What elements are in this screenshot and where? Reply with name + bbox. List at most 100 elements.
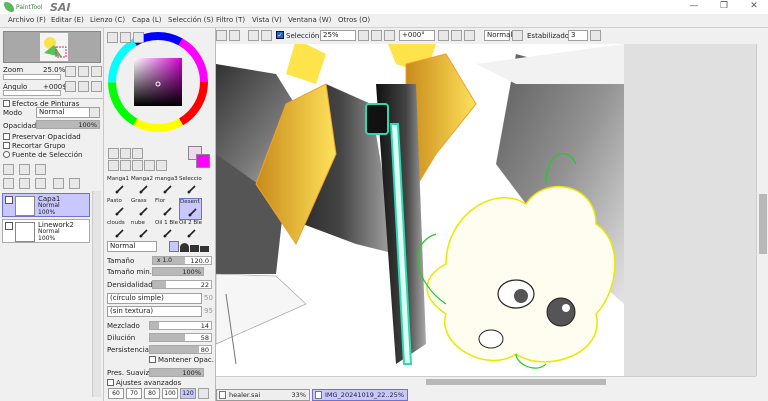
- brush-tool-0-2[interactable]: manga3: [155, 176, 178, 198]
- zoom-icon[interactable]: [120, 160, 131, 171]
- smoothing-slider[interactable]: 100%: [149, 368, 204, 377]
- brush-tool-1-1[interactable]: Grass: [131, 198, 154, 220]
- scroll-up-icon[interactable]: [198, 388, 209, 399]
- zoom-slider[interactable]: [3, 74, 61, 80]
- dilution-slider[interactable]: 58: [149, 333, 212, 342]
- brush-tool-2-1[interactable]: nube: [131, 220, 154, 242]
- stabilizer-input[interactable]: 3: [568, 30, 588, 41]
- menu-editar[interactable]: Editar (E): [51, 16, 84, 24]
- brush-tool-1-2[interactable]: Flor: [155, 198, 178, 220]
- brush-texture-select[interactable]: (sin textura): [107, 306, 202, 317]
- scroll-thumb[interactable]: [759, 194, 767, 254]
- brush-tool-1-0[interactable]: Pasto: [107, 198, 130, 220]
- scroll-thumb[interactable]: [426, 379, 606, 385]
- min-size-slider[interactable]: 100%: [152, 267, 204, 276]
- deselect-icon[interactable]: [248, 30, 259, 41]
- eye-icon[interactable]: [5, 222, 13, 230]
- opacity-slider[interactable]: 100%: [36, 120, 100, 129]
- new-layer-icon[interactable]: [3, 164, 14, 175]
- brush-tool-2-2[interactable]: Oil 1 Ble: [155, 220, 178, 242]
- rotate-left-icon[interactable]: [65, 81, 76, 92]
- shape-square-icon[interactable]: [200, 246, 209, 252]
- rgb-mode-icon[interactable]: [120, 32, 131, 43]
- new-linework-icon[interactable]: [19, 164, 30, 175]
- brush-mode-select[interactable]: Normal: [107, 241, 157, 252]
- zoom-select[interactable]: 25%: [320, 30, 356, 41]
- zoom-out-icon[interactable]: [65, 66, 76, 77]
- layers-scrollbar[interactable]: [92, 191, 101, 397]
- menu-capa[interactable]: Capa (L): [132, 16, 162, 24]
- hand-icon[interactable]: [144, 160, 155, 171]
- angle-slider[interactable]: [3, 90, 61, 96]
- redo-icon[interactable]: [229, 30, 240, 41]
- undo-icon[interactable]: [216, 30, 227, 41]
- zoom-in-icon[interactable]: [78, 66, 89, 77]
- zoom-out-icon[interactable]: [358, 30, 369, 41]
- rotate-right-icon[interactable]: [78, 81, 89, 92]
- menu-otros[interactable]: Otros (O): [338, 16, 370, 24]
- clear-icon[interactable]: [35, 178, 46, 189]
- tab-img[interactable]: IMG_20241019_22... 25%: [312, 389, 408, 401]
- merge-down-icon[interactable]: [19, 178, 30, 189]
- copy-layer-icon[interactable]: [3, 178, 14, 189]
- new-folder-icon[interactable]: [35, 164, 46, 175]
- preset-size-80[interactable]: 80: [144, 388, 160, 399]
- menu-vista[interactable]: Vista (V): [252, 16, 282, 24]
- persistence-slider[interactable]: 80: [149, 345, 212, 354]
- eyedropper-icon[interactable]: [156, 160, 167, 171]
- shape-round-icon[interactable]: [180, 243, 189, 252]
- hsv-mode-icon[interactable]: [133, 32, 144, 43]
- preset-size-100[interactable]: 100: [162, 388, 178, 399]
- brush-tool-1-3[interactable]: Desenf.: [179, 198, 202, 220]
- brush-tool-0-1[interactable]: Manga2: [131, 176, 154, 198]
- color-wheel[interactable]: [108, 32, 208, 132]
- chevron-down-icon[interactable]: [590, 30, 601, 41]
- expand-icon[interactable]: [107, 379, 114, 386]
- radio[interactable]: [3, 151, 10, 158]
- checkbox[interactable]: [149, 356, 156, 363]
- zoom-in-icon[interactable]: [371, 30, 382, 41]
- zoom-fit-icon[interactable]: [384, 30, 395, 41]
- blend-mode-select[interactable]: Normal: [36, 107, 91, 118]
- navigator[interactable]: [3, 31, 101, 63]
- rotate-cw-icon[interactable]: [451, 30, 462, 41]
- mask-icon[interactable]: [69, 178, 80, 189]
- blend-slider[interactable]: 14: [149, 321, 212, 330]
- chevron-down-icon[interactable]: [512, 30, 523, 41]
- wheel-mode-icon[interactable]: [107, 32, 118, 43]
- layer-item-linework2[interactable]: Linework2 Normal 100%: [2, 219, 90, 243]
- menu-filtro[interactable]: Filtro (T): [216, 16, 245, 24]
- drawing-canvas[interactable]: [216, 44, 624, 376]
- brush-shape-select[interactable]: (círculo simple): [107, 293, 202, 304]
- angle-select[interactable]: +000°: [399, 30, 435, 41]
- selection-checkbox[interactable]: ✓: [276, 31, 284, 39]
- vertical-scrollbar[interactable]: [756, 44, 768, 376]
- shape-triangle-icon[interactable]: [169, 241, 179, 252]
- magic-wand-icon[interactable]: [132, 148, 143, 159]
- rotate-icon[interactable]: [132, 160, 143, 171]
- brush-tool-2-3[interactable]: Oil 2 Ble: [179, 220, 202, 242]
- menu-lienzo[interactable]: Lienzo (C): [90, 16, 125, 24]
- rotate-reset-icon[interactable]: [91, 81, 102, 92]
- secondary-color-swatch[interactable]: [196, 154, 210, 168]
- move-icon[interactable]: [108, 160, 119, 171]
- size-slider[interactable]: x 1.0 120.0: [152, 256, 212, 265]
- brush-tool-0-0[interactable]: Manga1: [107, 176, 130, 198]
- checkbox[interactable]: [3, 133, 10, 140]
- delete-layer-icon[interactable]: [53, 178, 64, 189]
- lasso-icon[interactable]: [120, 148, 131, 159]
- preset-size-70[interactable]: 70: [126, 388, 142, 399]
- brush-tool-2-0[interactable]: clouds: [107, 220, 130, 242]
- menu-archivo[interactable]: Archivo (F): [8, 16, 46, 24]
- preset-size-120[interactable]: 120: [180, 388, 196, 399]
- menu-seleccion[interactable]: Selección (S): [168, 16, 214, 24]
- checkbox[interactable]: [3, 142, 10, 149]
- rect-select-icon[interactable]: [108, 148, 119, 159]
- density-slider[interactable]: 22: [152, 280, 212, 289]
- brush-tool-0-3[interactable]: Seleccio: [179, 176, 202, 198]
- rotate-ccw-icon[interactable]: [438, 30, 449, 41]
- preset-size-60[interactable]: 60: [108, 388, 124, 399]
- invert-selection-icon[interactable]: [261, 30, 272, 41]
- menu-ventana[interactable]: Ventana (W): [288, 16, 331, 24]
- minimize-button[interactable]: —: [684, 0, 704, 14]
